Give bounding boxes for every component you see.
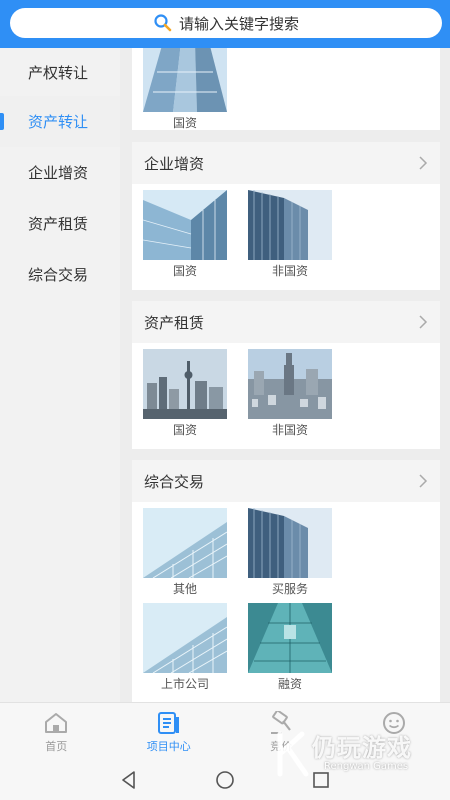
sidebar-item-capital-increase[interactable]: 企业增资: [0, 147, 120, 198]
tile-item[interactable]: 融资: [248, 603, 332, 692]
tile-label: 国资: [172, 116, 197, 130]
tile-label: 非国资: [271, 423, 308, 437]
section-title: 资产租赁: [144, 313, 205, 332]
search-placeholder: 请输入关键字搜索: [178, 14, 299, 33]
search-icon: [154, 14, 172, 32]
section-title: 综合交易: [144, 472, 205, 491]
section-title: 企业增资: [144, 154, 205, 173]
tile-label: 买服务: [271, 582, 308, 596]
building-image: [143, 190, 227, 260]
back-icon[interactable]: [117, 768, 141, 792]
tile-item[interactable]: 国资: [143, 349, 227, 438]
tile-label: 国资: [172, 264, 197, 278]
chevron-right-icon: [419, 156, 428, 170]
building-image: [248, 508, 332, 578]
section-card-asset-lease: 资产租赁 国资 非国资: [132, 301, 440, 449]
tile-item[interactable]: 其他: [143, 508, 227, 597]
building-image: [143, 48, 227, 112]
tile-item[interactable]: 非国资: [248, 190, 332, 279]
tile-item[interactable]: 国资: [143, 190, 227, 279]
top-bar: 请输入关键字搜索: [0, 0, 450, 48]
section-card-capital-increase: 企业增资 国资 非国资: [132, 142, 440, 290]
home-circle-icon[interactable]: [213, 768, 237, 792]
watermark-logo-icon: [277, 731, 309, 777]
watermark: 仍玩游戏 Rengwan Games: [276, 728, 446, 788]
section-header[interactable]: 资产租赁: [132, 301, 440, 343]
tile-label: 融资: [277, 677, 302, 691]
watermark-title: 仍玩游戏: [312, 734, 412, 762]
tile-label: 其他: [172, 582, 197, 596]
sidebar-item-comprehensive-trade[interactable]: 综合交易: [0, 249, 120, 300]
sidebar-item-property-transfer[interactable]: 产权转让: [0, 48, 120, 96]
sidebar-item-label: 资产转让: [28, 113, 89, 131]
watermark-subtitle: Rengwan Games: [324, 761, 409, 772]
tile-label: 非国资: [271, 264, 308, 278]
home-icon: [45, 713, 68, 733]
building-image: [248, 190, 332, 260]
tile-item[interactable]: 上市公司: [143, 603, 227, 692]
sidebar-item-label: 产权转让: [28, 63, 89, 82]
glass-building-image: [143, 603, 227, 673]
tile-label: 上市公司: [160, 677, 209, 691]
sidebar-item-label: 综合交易: [28, 266, 89, 284]
chevron-right-icon: [419, 474, 428, 488]
category-sidebar: 产权转让 资产转让 企业增资 资产租赁 综合交易: [0, 48, 120, 702]
sidebar-item-label: 资产租赁: [28, 215, 89, 233]
tile-item[interactable]: 买服务: [248, 508, 332, 597]
section-header[interactable]: 综合交易: [132, 460, 440, 502]
sidebar-item-asset-lease[interactable]: 资产租赁: [0, 198, 120, 249]
tile-label: 国资: [172, 423, 197, 437]
section-card-comprehensive-trade: 综合交易 其他 买服务 上市公司 融资: [132, 460, 440, 702]
city-skyline-image: [143, 349, 227, 419]
content-panel: 国资 企业增资 国资 非国资 资产租赁 国资 非国资 综合交易 其他 买服务 上…: [120, 48, 450, 702]
section-card-partial: 国资: [132, 48, 440, 130]
glass-tower-image: [248, 603, 332, 673]
sidebar-item-label: 企业增资: [28, 164, 89, 182]
section-header[interactable]: 企业增资: [132, 142, 440, 184]
tile-item[interactable]: 国资: [143, 48, 227, 131]
tab-label: 首页: [45, 740, 68, 753]
project-center-icon: [157, 712, 179, 734]
glass-building-image: [143, 508, 227, 578]
search-bar[interactable]: 请输入关键字搜索: [10, 8, 442, 38]
tab-home[interactable]: 首页: [0, 703, 113, 760]
tab-project-center[interactable]: 项目中心: [113, 703, 226, 760]
city-skyline-image: [248, 349, 332, 419]
tile-item[interactable]: 非国资: [248, 349, 332, 438]
chevron-right-icon: [419, 315, 428, 329]
sidebar-item-asset-transfer[interactable]: 资产转让: [0, 96, 120, 147]
tab-label: 项目中心: [146, 740, 191, 753]
